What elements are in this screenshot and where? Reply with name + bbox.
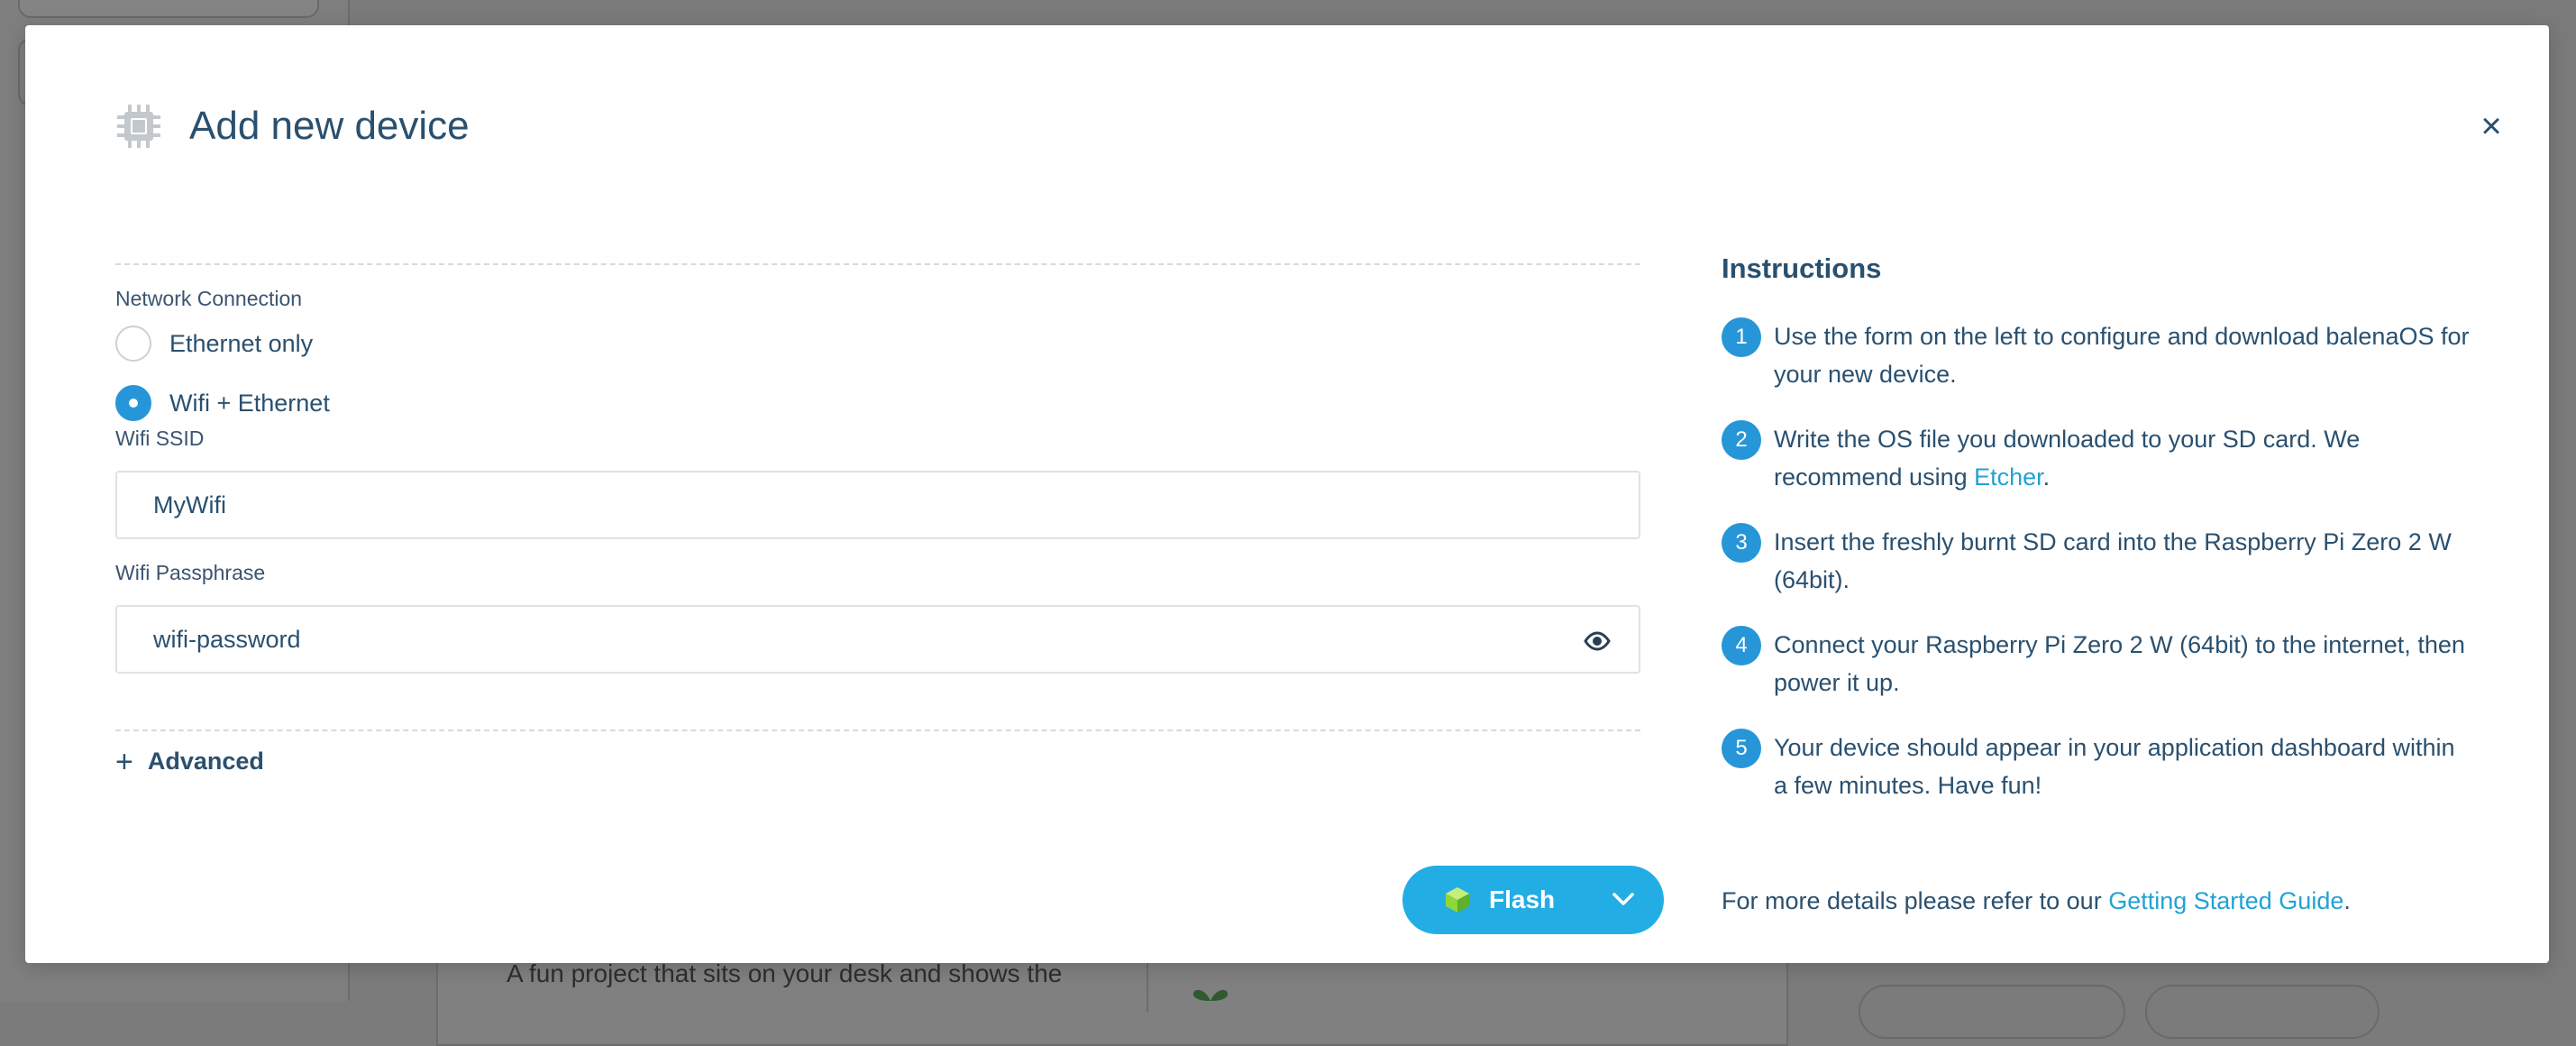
modal-title: Add new device	[189, 104, 470, 148]
divider	[115, 729, 1640, 731]
instruction-step: 2 Write the OS file you downloaded to yo…	[1722, 420, 2470, 496]
footnote-text: For more details please refer to our	[1722, 887, 2109, 914]
instructions-panel: Instructions 1 Use the form on the left …	[1722, 252, 2470, 804]
footnote-end: .	[2343, 887, 2351, 914]
wifi-ssid-label: Wifi SSID	[115, 427, 205, 450]
device-config-form: Network Connection Ethernet only Wifi + …	[115, 263, 1640, 779]
ethernet-only-radio[interactable]	[115, 326, 151, 362]
advanced-toggle[interactable]: + Advanced	[115, 744, 1640, 779]
eye-icon[interactable]	[1583, 630, 1612, 652]
wifi-passphrase-value: wifi-password	[153, 625, 301, 653]
step-text: Connect your Raspberry Pi Zero 2 W (64bi…	[1774, 631, 2465, 696]
flash-label: Flash	[1489, 885, 1556, 913]
close-button[interactable]: ×	[2473, 108, 2509, 144]
wifi-ssid-input[interactable]: MyWifi	[115, 471, 1640, 539]
wifi-ssid-value: MyWifi	[153, 491, 226, 518]
step-text: Your device should appear in your applic…	[1774, 734, 2455, 799]
ethernet-only-label: Ethernet only	[169, 329, 314, 357]
step-text-before: Write the OS file you downloaded to your…	[1774, 426, 2361, 491]
instruction-step: 1 Use the form on the left to configure …	[1722, 317, 2470, 393]
divider	[115, 263, 1640, 265]
wifi-ethernet-label: Wifi + Ethernet	[169, 389, 330, 417]
step-number: 2	[1722, 420, 1761, 460]
flash-button[interactable]: Flash	[1402, 866, 1664, 934]
wifi-passphrase-input[interactable]: wifi-password	[115, 605, 1640, 674]
step-text-after: .	[2042, 463, 2051, 491]
background-button	[2145, 985, 2380, 1039]
cube-icon	[1446, 887, 1469, 913]
add-device-modal: Add new device × Network Connection Ethe…	[25, 25, 2549, 963]
radio-option-ethernet-only[interactable]: Ethernet only	[115, 324, 1640, 363]
background-card-text: A fun project that sits on your desk and…	[507, 959, 1063, 987]
chip-icon	[117, 105, 160, 148]
instruction-step: 3 Insert the freshly burnt SD card into …	[1722, 523, 2470, 599]
step-number: 3	[1722, 523, 1761, 563]
step-number: 1	[1722, 317, 1761, 357]
leaf-icon	[1192, 989, 1229, 1001]
network-connection-label: Network Connection	[115, 287, 303, 310]
advanced-label: Advanced	[147, 748, 264, 775]
wifi-passphrase-label: Wifi Passphrase	[115, 561, 266, 584]
etcher-link[interactable]: Etcher	[1974, 463, 2043, 491]
instruction-step: 4 Connect your Raspberry Pi Zero 2 W (64…	[1722, 626, 2470, 702]
chevron-down-icon[interactable]	[1612, 891, 1635, 907]
step-number: 5	[1722, 729, 1761, 768]
instructions-title: Instructions	[1722, 252, 1882, 284]
step-number: 4	[1722, 626, 1761, 665]
step-text: Use the form on the left to configure an…	[1774, 323, 2470, 388]
getting-started-link[interactable]: Getting Started Guide	[2108, 887, 2343, 914]
plus-icon: +	[115, 744, 133, 779]
modal-header: Add new device	[115, 99, 470, 153]
radio-option-wifi-ethernet[interactable]: Wifi + Ethernet	[115, 383, 1640, 423]
step-text: Write the OS file you downloaded to your…	[1774, 420, 2470, 496]
instruction-step: 5 Your device should appear in your appl…	[1722, 729, 2470, 804]
background-sidebar-pill	[18, 0, 319, 18]
background-button	[1859, 985, 2125, 1039]
step-text: Insert the freshly burnt SD card into th…	[1774, 528, 2452, 593]
getting-started-note: For more details please refer to our Get…	[1722, 887, 2351, 915]
wifi-ethernet-radio[interactable]	[115, 385, 151, 421]
